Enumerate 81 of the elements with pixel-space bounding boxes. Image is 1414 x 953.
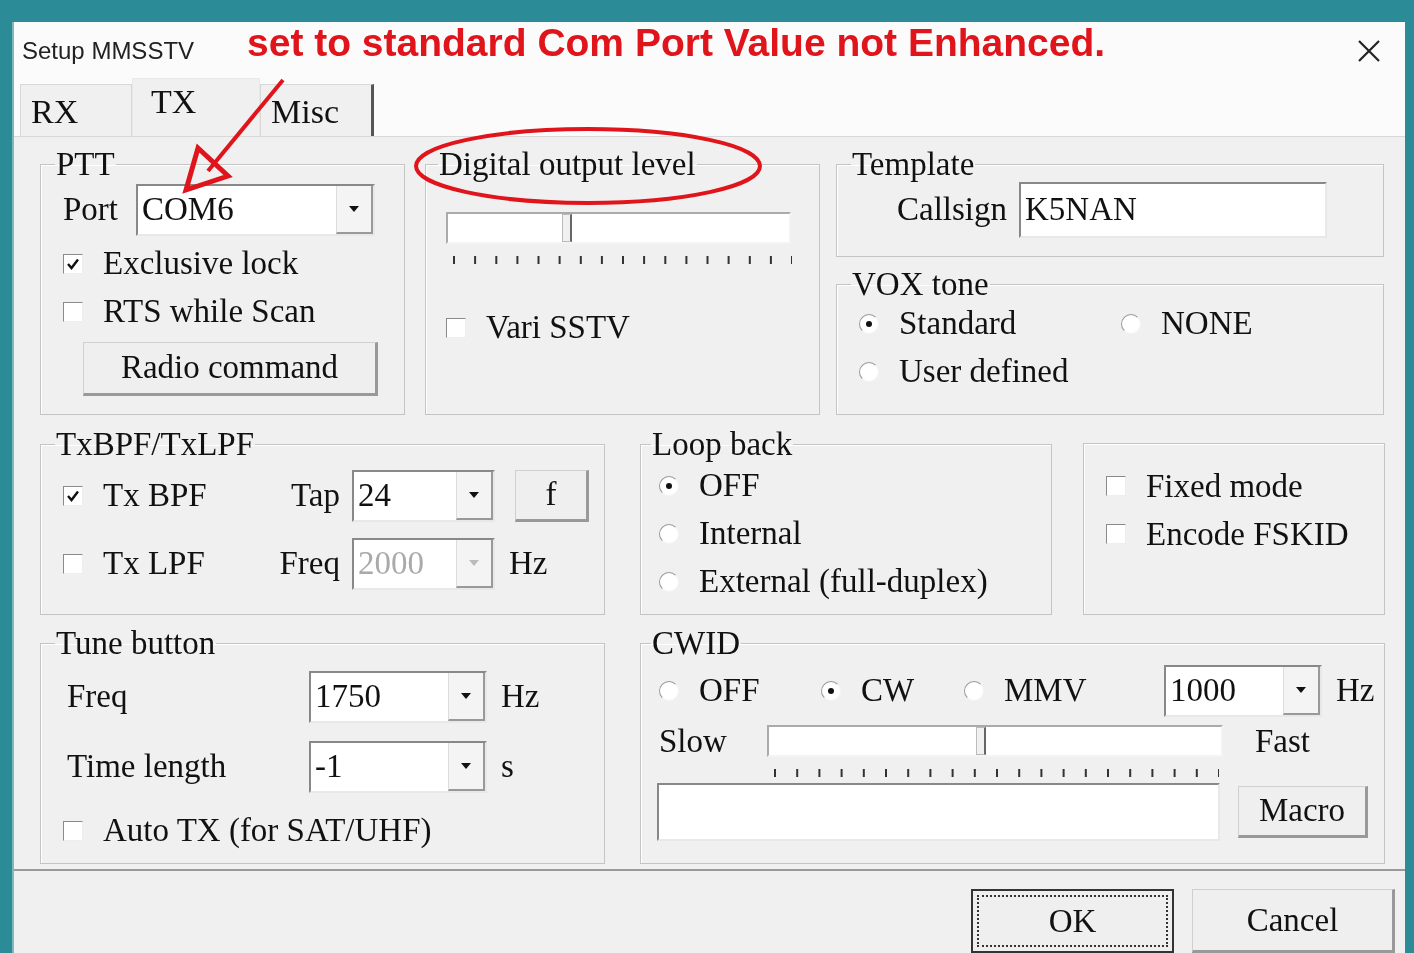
caret-icon — [460, 691, 472, 700]
tab[interactable]: Misc — [260, 84, 374, 136]
dropdown[interactable]: COM6 — [136, 183, 375, 236]
dropdown[interactable]: 24 — [352, 469, 495, 522]
checkbox[interactable] — [63, 820, 83, 841]
group-title: Template — [851, 147, 976, 182]
checkbox[interactable] — [1106, 476, 1126, 496]
radio-button[interactable] — [659, 680, 679, 701]
field-label: Callsign — [897, 191, 1007, 229]
macro-button[interactable]: Macro — [1238, 785, 1368, 838]
slider-track[interactable] — [446, 211, 791, 244]
checkbox[interactable] — [1106, 524, 1126, 544]
tab[interactable]: RX — [20, 84, 132, 136]
radio-button[interactable] — [964, 680, 984, 701]
radio-button[interactable] — [659, 571, 679, 592]
unit-label: Hz — [501, 678, 540, 716]
group-title: Loop back — [651, 427, 794, 462]
radio-label: External (full-duplex) — [699, 563, 988, 601]
radio-label: OFF — [699, 467, 760, 505]
window-title: Setup MMSSTV — [22, 37, 196, 65]
group-title: TxBPF/TxLPF — [55, 427, 256, 462]
field-label: Time length — [67, 748, 228, 786]
radio-button[interactable] — [821, 680, 841, 701]
radio-button[interactable] — [1121, 313, 1141, 334]
radio-button[interactable] — [859, 361, 879, 382]
field-label: Tap — [290, 477, 340, 515]
checkbox[interactable] — [446, 317, 466, 338]
text-field[interactable] — [657, 782, 1220, 841]
caret-icon — [348, 204, 360, 213]
radio-label: NONE — [1161, 305, 1253, 343]
checkbox-label: Auto TX (for SAT/UHF) — [103, 812, 432, 850]
filter-button[interactable]: f — [515, 469, 589, 522]
checkbox-label: Fixed mode — [1146, 467, 1303, 505]
slider-thumb[interactable] — [976, 726, 987, 755]
dropdown[interactable]: -1 — [309, 740, 487, 793]
field-label: Freq — [67, 678, 129, 716]
caret-icon — [468, 558, 480, 567]
caret-icon — [468, 490, 480, 499]
checkbox[interactable] — [63, 301, 83, 322]
group-title: PTT — [55, 147, 116, 182]
radio-label: Internal — [699, 515, 802, 553]
group-title: Digital output level — [438, 147, 697, 182]
caret-icon — [460, 761, 472, 770]
group-title: VOX tone — [851, 267, 990, 302]
radio-button[interactable] — [659, 475, 679, 496]
caret-icon — [1295, 685, 1307, 694]
unit-label: s — [501, 748, 514, 786]
checkbox-label: RTS while Scan — [103, 293, 316, 331]
dialog-button[interactable]: OK — [971, 889, 1174, 953]
field-label: Port — [63, 191, 118, 229]
radio-command-button[interactable]: Radio command — [83, 341, 378, 396]
radio-button[interactable] — [859, 313, 879, 334]
dropdown[interactable]: 1750 — [309, 670, 487, 723]
radio-button[interactable] — [659, 523, 679, 544]
unit-label: Hz — [1336, 672, 1375, 710]
annotation-text: set to standard Com Port Value not Enhanced. — [247, 21, 1106, 65]
slider-label: Fast — [1255, 722, 1310, 760]
close-icon — [1357, 39, 1381, 63]
radio-label: MMV — [1004, 672, 1087, 710]
slider-label: Slow — [659, 722, 728, 760]
dropdown[interactable]: 1000 — [1164, 664, 1322, 717]
unit-label: Hz — [509, 545, 548, 583]
group-title: CWID — [651, 626, 741, 661]
checkbox-label: Encode FSKID — [1146, 515, 1349, 553]
checkbox[interactable] — [63, 485, 83, 506]
checkbox-label: Vari SSTV — [486, 309, 630, 347]
radio-label: CW — [861, 672, 915, 710]
radio-label: User defined — [899, 353, 1069, 391]
checkbox[interactable] — [63, 253, 83, 274]
checkbox-label: Tx BPF — [103, 477, 207, 515]
callsign-field[interactable]: K5NAN — [1019, 181, 1327, 238]
radio-label: OFF — [699, 672, 760, 710]
tab[interactable]: TX — [132, 78, 260, 136]
field-label: Freq — [278, 545, 340, 583]
slider-thumb[interactable] — [562, 213, 573, 242]
group-title: Tune button — [55, 626, 217, 661]
checkbox-label: Exclusive lock — [103, 245, 299, 283]
radio-label: Standard — [899, 305, 1017, 343]
dialog-button[interactable]: Cancel — [1192, 889, 1395, 953]
checkbox-label: Tx LPF — [103, 545, 205, 583]
slider-track[interactable] — [767, 724, 1223, 757]
